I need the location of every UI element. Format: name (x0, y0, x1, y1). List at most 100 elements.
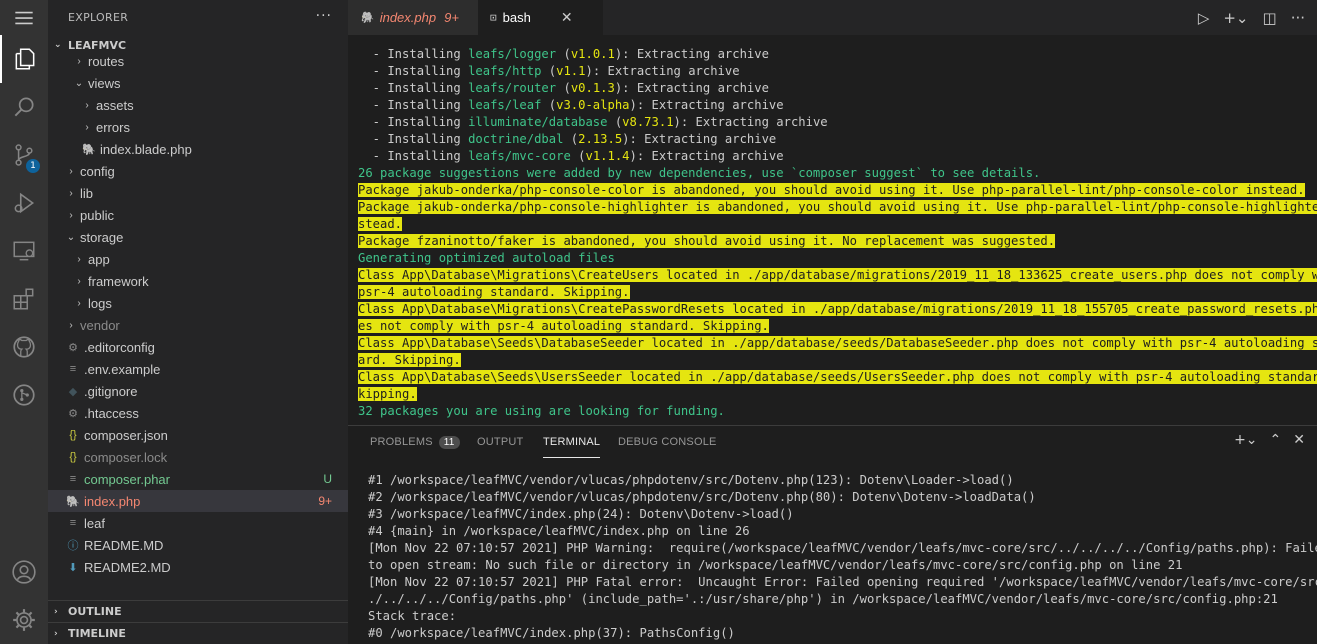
tree-item[interactable]: {} composer.lock (48, 446, 348, 468)
timeline-label: TIMELINE (68, 627, 126, 640)
terminal-text: ( (556, 81, 571, 95)
add-icon[interactable]: +⌄ (1223, 9, 1248, 27)
activity-bar: 1 (0, 0, 48, 644)
tree-item[interactable]: › config (48, 160, 348, 182)
terminal-text: kipping. (358, 387, 417, 401)
timeline-section[interactable]: › TIMELINE (48, 622, 348, 644)
tree-item[interactable]: › assets (48, 94, 348, 116)
tree-item[interactable]: › routes (48, 53, 348, 69)
new-terminal-icon[interactable]: +⌄ (1234, 432, 1257, 448)
terminal-text: Class App\Database\Migrations\CreateUser… (358, 268, 1317, 282)
settings-gear-icon[interactable] (0, 596, 48, 644)
download-icon: ⬇ (68, 561, 78, 574)
terminal-text: Class App\Database\Seeds\UsersSeeder loc… (358, 370, 1317, 384)
panel-tab-debug-console[interactable]: DEBUG CONSOLE (618, 426, 717, 458)
chevron-right-icon: › (69, 209, 73, 221)
php-icon: 🐘 (66, 495, 80, 508)
tree-item[interactable]: ≡ composer.phar U (48, 468, 348, 490)
tree-item[interactable]: › logs (48, 292, 348, 314)
tree-item[interactable]: ≡ leaf (48, 512, 348, 534)
tree-item-label: lib (80, 185, 94, 201)
tree-item-label: .gitignore (84, 383, 138, 399)
chevron-up-icon[interactable]: ⌃ (1270, 432, 1282, 448)
terminal-text: Class App\Database\Migrations\CreatePass… (358, 302, 1317, 316)
extensions-icon[interactable] (0, 275, 48, 323)
tree-item[interactable]: ≡ .env.example (48, 358, 348, 380)
panel-tab-label: DEBUG CONSOLE (618, 436, 717, 448)
tree-item[interactable]: › framework (48, 270, 348, 292)
run-debug-icon[interactable] (0, 179, 48, 227)
tree-item[interactable]: › app (48, 248, 348, 270)
git-icon: ◆ (68, 385, 78, 398)
explorer-title: EXPLORER (68, 11, 129, 24)
tree-item-label: .htaccess (84, 405, 139, 421)
panel-tab-terminal[interactable]: TERMINAL (543, 426, 601, 458)
terminal-editor[interactable]: - Installing leafs/logger (v1.0.1): Extr… (348, 35, 1317, 425)
tree-item-label: .editorconfig (84, 339, 155, 355)
tree-item[interactable]: › public (48, 204, 348, 226)
close-icon[interactable]: ✕ (561, 9, 573, 26)
terminal-text: 26 package suggestions were added by new… (358, 166, 1041, 180)
tree-item[interactable]: ⌄ storage (48, 226, 348, 248)
tree-item[interactable]: ⌄ views (48, 72, 348, 94)
tree-item-label: storage (80, 229, 124, 245)
terminal-text: ard. Skipping. (358, 353, 461, 367)
terminal-text: v0.1.3 (570, 81, 615, 95)
more-actions-icon[interactable]: ··· (316, 8, 332, 24)
outline-section[interactable]: › OUTLINE (48, 600, 348, 622)
tree-item[interactable]: ⚙ .editorconfig (48, 336, 348, 358)
accounts-icon[interactable] (0, 548, 48, 596)
tree-item-label: config (80, 163, 115, 179)
terminal-text: - Installing (358, 132, 469, 146)
panel-tab-output[interactable]: OUTPUT (477, 426, 523, 458)
tab-bash[interactable]: ⊡ bash ✕ (478, 0, 603, 35)
github-icon[interactable] (0, 323, 48, 371)
tree-item[interactable]: ⚙ .htaccess (48, 402, 348, 424)
tree-item[interactable]: {} composer.json (48, 424, 348, 446)
terminal-text: es not comply with psr-4 autoloading sta… (358, 319, 769, 333)
file-lines-icon: ≡ (69, 517, 77, 529)
terminal-text: leafs/mvc-core (468, 149, 571, 163)
terminal-line: - Installing leafs/router (v0.1.3): Extr… (358, 80, 769, 97)
remote-explorer-icon[interactable] (0, 227, 48, 275)
tree-item[interactable]: ⬇ README2.MD (48, 556, 348, 578)
terminal-text: illuminate/database (468, 115, 608, 129)
source-control-icon[interactable]: 1 (0, 131, 48, 179)
explorer-icon[interactable] (0, 35, 48, 83)
terminal-text: ): Extracting archive (629, 98, 784, 112)
terminal-text: ( (541, 64, 557, 78)
terminal-line: Class App\Database\Migrations\CreateUser… (358, 267, 1317, 284)
chevron-down-icon: ⌄ (66, 231, 76, 243)
tree-item[interactable]: ⓘ README.MD (48, 534, 348, 556)
terminal-text: leafs/router (468, 81, 557, 95)
editor-actions: ▷ +⌄ ◫ ··· (1198, 0, 1305, 35)
git-graph-icon[interactable] (0, 371, 48, 419)
search-icon[interactable] (0, 83, 48, 131)
split-editor-icon[interactable]: ◫ (1263, 9, 1277, 27)
info-icon: ⓘ (67, 540, 79, 552)
php-icon: 🐘 (82, 143, 96, 156)
tree-item-label: README2.MD (84, 559, 171, 575)
terminal-line: kipping. (358, 386, 417, 403)
terminal-text: v3.0-alpha (556, 98, 630, 112)
terminal-text: ): Extracting archive (673, 115, 828, 129)
file-lines-icon: ≡ (69, 363, 77, 375)
tree-item-label: public (80, 207, 114, 223)
tab-index-php[interactable]: 🐘 index.php 9+ (348, 0, 478, 35)
more-actions-icon[interactable]: ··· (1291, 9, 1305, 27)
tree-item[interactable]: › lib (48, 182, 348, 204)
tree-item[interactable]: 🐘 index.php 9+ (48, 490, 348, 512)
tree-item[interactable]: › errors (48, 116, 348, 138)
editor-tabs: 🐘 index.php 9+ ⊡ bash ✕ ▷ +⌄ ◫ ··· (348, 0, 1317, 35)
project-folder-header[interactable]: ⌄ LEAFMVC (48, 35, 348, 55)
terminal-text: stead. (358, 217, 403, 231)
tree-item[interactable]: ◆ .gitignore (48, 380, 348, 402)
chevron-right-icon: › (77, 253, 81, 265)
run-icon[interactable]: ▷ (1198, 9, 1210, 27)
menu-icon[interactable] (0, 0, 48, 35)
panel-tab-problems[interactable]: PROBLEMS 11 (370, 426, 460, 458)
tree-item[interactable]: 🐘 index.blade.php (48, 138, 348, 160)
tree-item[interactable]: › vendor (48, 314, 348, 336)
close-panel-icon[interactable]: ✕ (1293, 432, 1305, 448)
chevron-right-icon: › (54, 606, 58, 617)
